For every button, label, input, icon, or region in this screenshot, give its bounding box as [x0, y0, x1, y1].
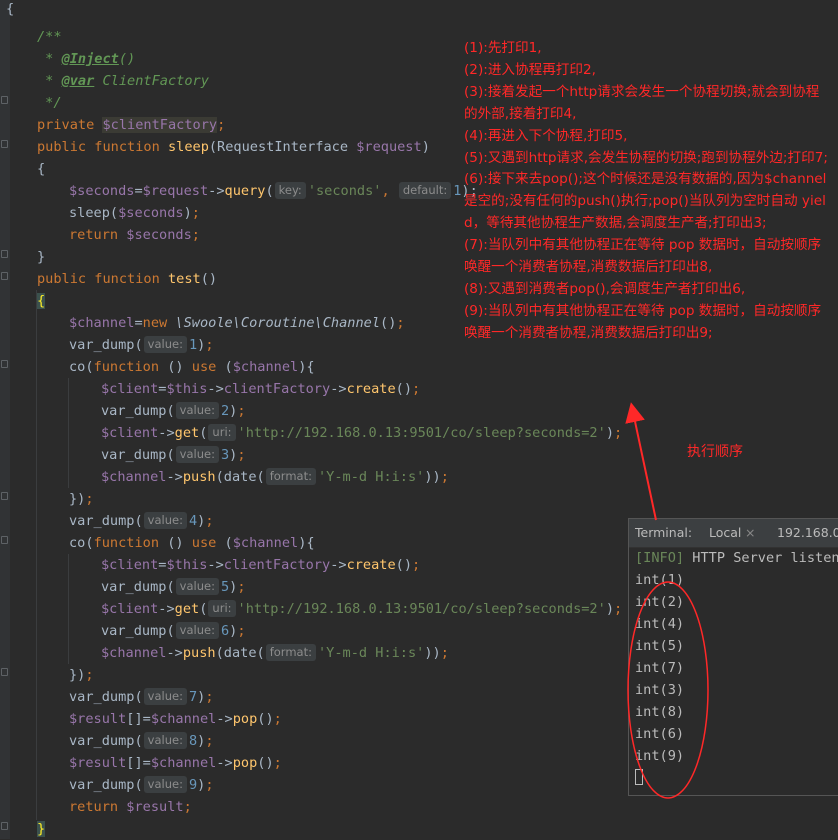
annotation-overlay — [625, 402, 709, 799]
output-circle — [627, 581, 709, 799]
arrow-to-notes — [625, 402, 657, 521]
